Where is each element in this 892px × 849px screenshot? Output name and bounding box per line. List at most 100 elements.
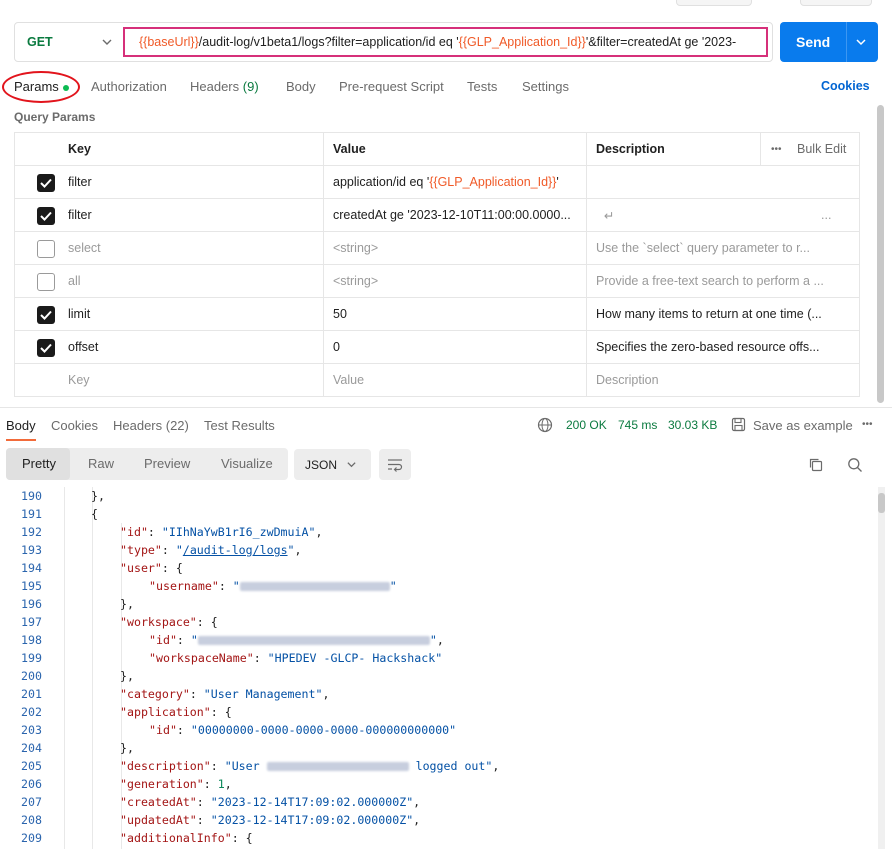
cookies-link[interactable]: Cookies [821,79,870,93]
json-value: /audit-log/logs [182,543,288,557]
method-select[interactable]: GET [21,27,131,57]
view-pretty[interactable]: Pretty [22,456,56,471]
table-row-placeholder: Key Value Description [15,364,859,397]
code-line: "id": "IIhNaYwB1rI6_zwDmuiA", [120,525,322,539]
json-key: "username" [149,579,219,593]
checkbox-checked[interactable] [37,339,55,357]
param-value[interactable]: <string> [333,232,583,264]
view-raw[interactable]: Raw [88,456,114,471]
json-key: "category" [120,687,190,701]
json-punct: : [176,723,191,737]
line-number: 204 [21,741,42,755]
more-options-icon[interactable]: ••• [862,419,873,430]
checkbox-checked[interactable] [37,174,55,192]
code-line: "description": "User logged out", [120,759,499,773]
checkbox-checked[interactable] [37,207,55,225]
param-description[interactable]: Specifies the zero-based resource offs..… [596,331,856,363]
tab-response-cookies[interactable]: Cookies [51,418,98,433]
param-value[interactable]: 0 [333,331,583,363]
table-row: limit 50 How many items to return at one t… [15,298,859,331]
search-icon[interactable] [847,457,863,473]
json-punct: , [322,687,330,701]
param-value[interactable]: createdAt ge '2023-12-10T11:00:00.0000..… [333,199,583,231]
save-as-example-button[interactable]: Save as example [753,418,853,433]
param-description[interactable]: ↵ [596,199,796,231]
tab-authorization[interactable]: Authorization [91,79,167,94]
url-text: '&filter=createdAt ge '2023- [585,35,737,49]
response-size[interactable]: 30.03 KB [668,418,717,432]
code-line: "additionalInfo": { [120,831,253,845]
json-punct: : [161,543,176,557]
tab-tests[interactable]: Tests [467,79,497,94]
param-value[interactable]: 50 [333,298,583,330]
description-placeholder[interactable]: Description [596,364,856,396]
top-toolbar-button[interactable] [676,0,752,6]
more-options-icon[interactable]: ••• [771,133,791,165]
url-input[interactable]: {{baseUrl}}/audit-log/v1beta1/logs?filte… [123,27,768,57]
format-select[interactable]: JSON [294,449,371,480]
tab-body[interactable]: Body [286,79,316,94]
json-key: "user" [120,561,162,575]
param-key[interactable]: offset [68,331,318,363]
json-punct: : { [231,831,253,845]
json-key: "generation" [120,777,204,791]
param-description[interactable] [596,166,856,198]
chevron-down-icon[interactable] [855,36,867,48]
param-key[interactable]: filter [68,166,318,198]
param-value-text: <string> [333,241,379,255]
param-key[interactable]: filter [68,199,318,231]
param-value[interactable]: application/id eq ' {{GLP_Application_Id}… [333,166,583,198]
view-preview[interactable]: Preview [144,456,190,471]
tab-response-headers[interactable]: Headers (22) [113,418,189,433]
checkbox-unchecked[interactable] [37,240,55,258]
param-key[interactable]: all [68,265,318,297]
code-line: "id": " ", [149,633,444,647]
description-more[interactable]: ... [821,199,851,231]
send-button[interactable]: Send [780,22,878,62]
json-punct: }, [120,597,134,611]
tab-test-results[interactable]: Test Results [204,418,275,433]
param-description[interactable]: Use the `select` query parameter to r... [596,232,856,264]
json-value: " [429,633,437,647]
checkbox-unchecked[interactable] [37,273,55,291]
param-key[interactable]: limit [68,298,318,330]
line-number: 191 [21,507,42,521]
check-icon [40,343,52,353]
json-key: "createdAt" [120,795,197,809]
tab-prerequest-script[interactable]: Pre-request Script [339,79,444,94]
param-value[interactable]: <string> [333,265,583,297]
tab-headers[interactable]: Headers (9) [190,79,259,94]
checkbox-checked[interactable] [37,306,55,324]
line-number: 208 [21,813,42,827]
json-punct: : [210,759,225,773]
globe-icon[interactable] [537,417,553,433]
annotation-circle [2,71,80,103]
value-placeholder[interactable]: Value [333,364,583,396]
scrollbar[interactable] [878,493,885,513]
param-description[interactable]: How many items to return at one time (..… [596,298,856,330]
copy-icon[interactable] [808,457,824,473]
top-toolbar-button[interactable] [800,0,872,6]
key-placeholder[interactable]: Key [68,364,318,396]
view-visualize[interactable]: Visualize [221,456,273,471]
param-key[interactable]: select [68,232,318,264]
json-value: " [287,543,295,557]
code-line: "username": " " [149,579,397,593]
bulk-edit-button[interactable]: Bulk Edit [797,133,857,165]
response-code-view[interactable]: 190}, 191 {192 "id": "IIhNaYwB1rI6_zwDmuiA"… [0,487,872,849]
scrollbar[interactable] [877,105,884,403]
param-value-tail: ' [556,175,559,189]
response-time[interactable]: 745 ms [618,418,657,432]
wrap-lines-button[interactable] [379,449,411,480]
code-line: "application": { [120,705,232,719]
code-line: { [91,507,98,521]
line-number: 195 [21,579,42,593]
save-icon[interactable] [731,417,746,432]
tab-response-body[interactable]: Body [6,418,36,433]
json-punct: : [196,813,211,827]
param-description[interactable]: Provide a free-text search to perform a … [596,265,856,297]
table-row: filter application/id eq ' {{GLP_Applicati… [15,166,859,199]
tab-settings[interactable]: Settings [522,79,569,94]
status-code[interactable]: 200 OK [566,418,607,432]
line-number: 197 [21,615,42,629]
